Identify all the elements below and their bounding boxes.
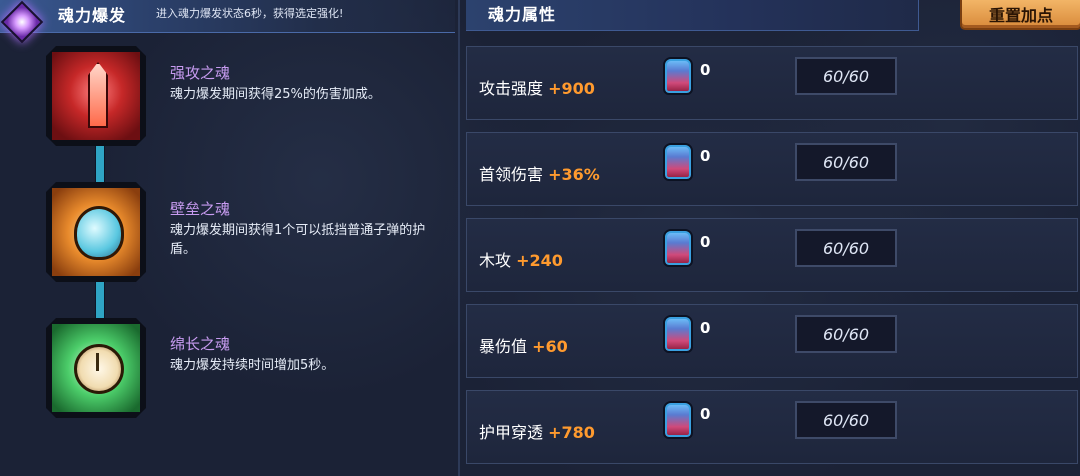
clock-icon [52, 324, 140, 412]
stat-bonus: +780 [548, 423, 595, 442]
stat-label: 暴伤值 +60 [479, 337, 568, 356]
stat-label: 攻击强度 +900 [479, 79, 595, 98]
stat-row-boss-damage[interactable]: 首领伤害 +36% 0 60/60 [466, 132, 1078, 206]
stat-row-armor-penetration[interactable]: 护甲穿透 +780 0 60/60 [466, 390, 1078, 464]
skill-icon-strong-attack[interactable] [46, 46, 146, 146]
skill-description: 魂力爆发持续时间增加5秒。 [170, 358, 335, 373]
potion-count: 0 [700, 61, 711, 79]
stat-label: 首领伤害 +36% [479, 165, 600, 184]
stat-bonus: +900 [548, 79, 595, 98]
red-sword-icon [52, 52, 140, 140]
soul-potion-icon [663, 229, 693, 267]
shield-icon [52, 188, 140, 276]
skill-name: 绵长之魂 [170, 335, 231, 353]
stat-row-attack[interactable]: 攻击强度 +900 0 60/60 [466, 46, 1078, 120]
soul-burst-header: 魂力爆发 进入魂力爆发状态6秒，获得选定强化! [0, 0, 455, 33]
skill-description: 魂力爆发期间获得1个可以抵挡普通子弹的护盾。 [170, 223, 426, 257]
stat-label: 护甲穿透 +780 [479, 423, 595, 442]
stat-level-box[interactable]: 60/60 [795, 57, 897, 95]
soul-attribute-title: 魂力属性 [488, 5, 557, 24]
soul-burst-title: 魂力爆发 [58, 6, 127, 25]
stat-label: 木攻 +240 [479, 251, 563, 270]
skill-name: 强攻之魂 [170, 64, 231, 82]
skill-connector [95, 280, 105, 322]
soul-burst-emblem-icon [0, 0, 44, 44]
soul-potion-icon [663, 143, 693, 181]
skill-description: 魂力爆发期间获得25%的伤害加成。 [170, 87, 381, 102]
soul-potion-icon [663, 401, 693, 439]
stat-level-box[interactable]: 60/60 [795, 401, 897, 439]
stat-level-box[interactable]: 60/60 [795, 315, 897, 353]
skill-name: 壁垒之魂 [170, 200, 231, 218]
skill-icon-endurance[interactable] [46, 318, 146, 418]
skill-icon-bulwark[interactable] [46, 182, 146, 282]
stat-row-crit-damage[interactable]: 暴伤值 +60 0 60/60 [466, 304, 1078, 378]
skill-connector [95, 144, 105, 186]
reset-points-button[interactable]: 重置加点 [960, 0, 1080, 30]
soul-attribute-header: 魂力属性 [466, 0, 919, 31]
stat-bonus: +36% [548, 165, 600, 184]
potion-count: 0 [700, 319, 711, 337]
soul-burst-description: 进入魂力爆发状态6秒，获得选定强化! [156, 7, 344, 20]
potion-count: 0 [700, 147, 711, 165]
potion-count: 0 [700, 405, 711, 423]
stat-bonus: +60 [532, 337, 568, 356]
stat-bonus: +240 [516, 251, 563, 270]
stat-level-box[interactable]: 60/60 [795, 229, 897, 267]
soul-potion-icon [663, 57, 693, 95]
soul-potion-icon [663, 315, 693, 353]
panel-divider [458, 0, 460, 476]
potion-count: 0 [700, 233, 711, 251]
stat-level-box[interactable]: 60/60 [795, 143, 897, 181]
stat-row-wood-attack[interactable]: 木攻 +240 0 60/60 [466, 218, 1078, 292]
